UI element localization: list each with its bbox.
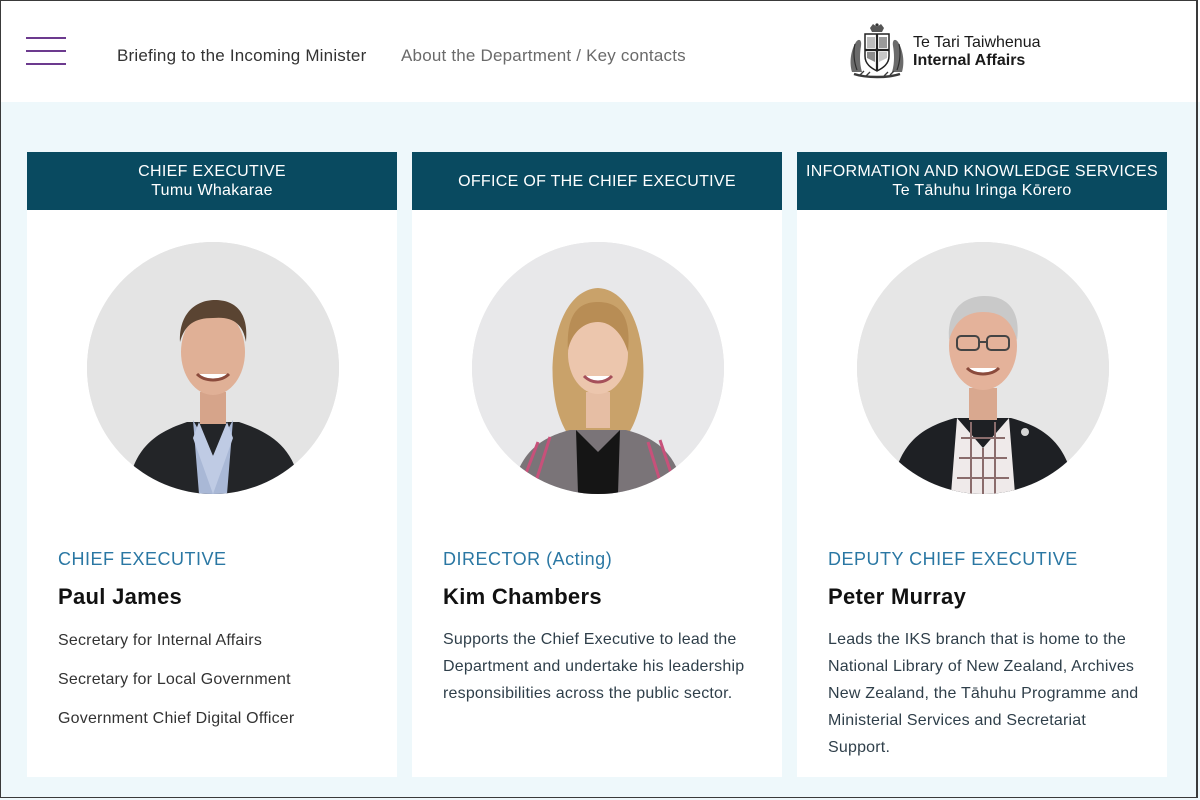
title-item: Government Chief Digital Officer xyxy=(58,710,295,727)
person-name: Kim Chambers xyxy=(443,584,602,609)
person-name: Peter Murray xyxy=(828,584,967,609)
card-header-title: INFORMATION AND KNOWLEDGE SERVICES xyxy=(806,163,1158,180)
role-label: DIRECTOR (Acting) xyxy=(443,549,613,569)
nav-link-briefing[interactable]: Briefing to the Incoming Minister xyxy=(117,46,366,66)
contact-card-information-knowledge-services: INFORMATION AND KNOWLEDGE SERVICES Te Tā… xyxy=(797,152,1167,777)
role-description: Leads the IKS branch that is home to the… xyxy=(828,631,1139,756)
portrait-photo xyxy=(472,242,724,494)
title-item: Secretary for Internal Affairs xyxy=(58,632,263,649)
logo-text-maori: Te Tari Taiwhenua xyxy=(913,34,1041,51)
card-header-subtitle: Tumu Whakarae xyxy=(151,182,273,199)
card-header-subtitle: Te Tāhuhu Iringa Kōrero xyxy=(892,182,1072,199)
coat-of-arms-icon xyxy=(850,23,904,79)
menu-icon[interactable] xyxy=(26,37,68,67)
role-description: Supports the Chief Executive to lead the… xyxy=(443,631,745,702)
portrait-photo xyxy=(87,242,339,494)
card-header: INFORMATION AND KNOWLEDGE SERVICES Te Tā… xyxy=(797,152,1167,210)
contact-card-office-chief-executive: OFFICE OF THE CHIEF EXECUTIVE DIRECTOR (… xyxy=(412,152,782,777)
portrait-photo xyxy=(857,242,1109,494)
contact-card-chief-executive: CHIEF EXECUTIVE Tumu Whakarae CHIEF EXEC… xyxy=(27,152,397,777)
internal-affairs-logo[interactable]: Te Tari Taiwhenua Internal Affairs xyxy=(846,22,1066,80)
role-label: CHIEF EXECUTIVE xyxy=(58,549,227,569)
card-header-title: OFFICE OF THE CHIEF EXECUTIVE xyxy=(458,172,736,190)
breadcrumb[interactable]: About the Department / Key contacts xyxy=(401,46,686,66)
logo-text-english: Internal Affairs xyxy=(913,52,1026,69)
person-name: Paul James xyxy=(58,584,183,609)
title-item: Secretary for Local Government xyxy=(58,671,291,688)
title-list: Secretary for Internal Affairs Secretary… xyxy=(58,632,294,749)
card-header: OFFICE OF THE CHIEF EXECUTIVE xyxy=(412,152,782,210)
role-label: DEPUTY CHIEF EXECUTIVE xyxy=(828,549,1078,569)
site-header: Briefing to the Incoming Minister About … xyxy=(0,0,1200,102)
card-header-title: CHIEF EXECUTIVE xyxy=(138,163,286,180)
card-header: CHIEF EXECUTIVE Tumu Whakarae xyxy=(27,152,397,210)
